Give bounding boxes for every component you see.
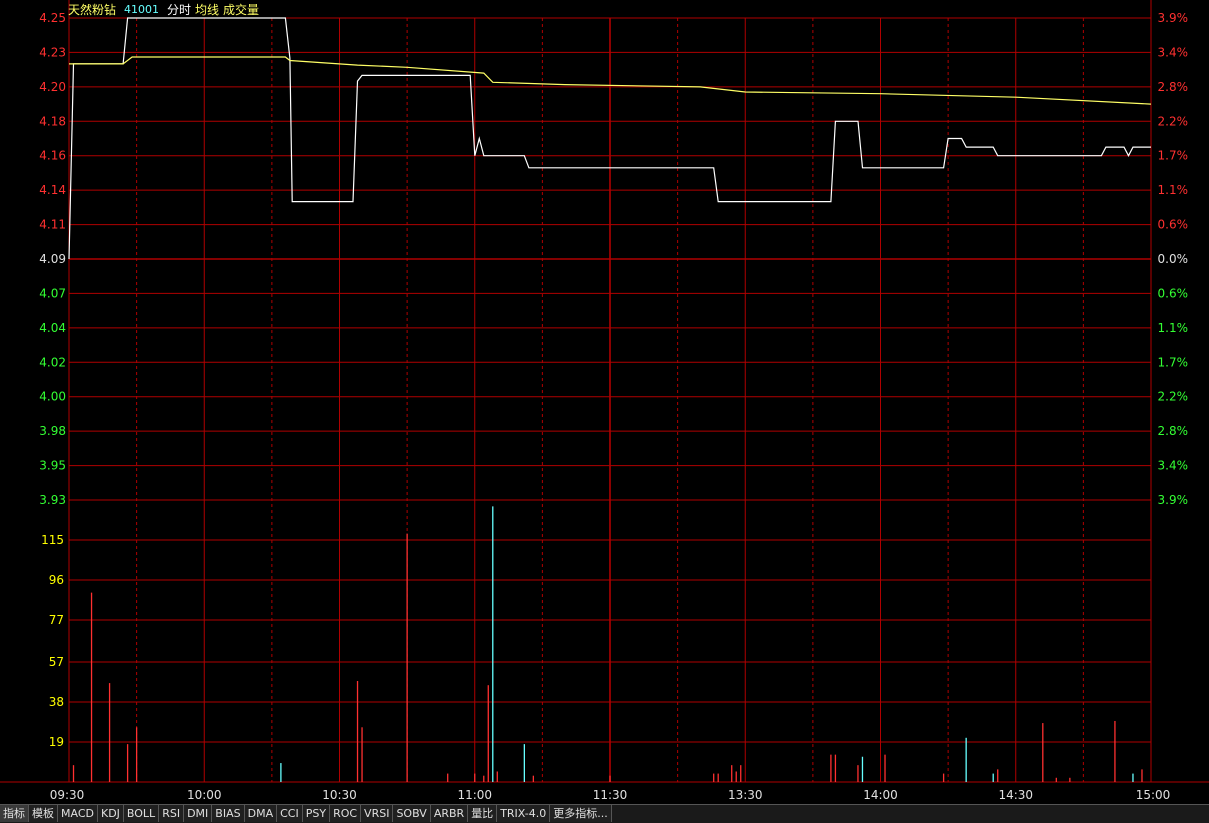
- toolbar-item-0[interactable]: 指标: [0, 805, 29, 822]
- price-tick-label: 4.25: [39, 11, 66, 25]
- price-tick-label: 4.23: [39, 45, 66, 59]
- toolbar-item-14[interactable]: ARBR: [430, 805, 469, 822]
- chart-header: 天然粉钻 41001 分时 均线 成交量: [68, 2, 267, 18]
- volume-tick-label: 115: [41, 533, 64, 547]
- volume-tick-label: 96: [49, 573, 64, 587]
- percent-tick-label: 3.9%: [1158, 493, 1189, 507]
- percent-tick-label: 1.1%: [1158, 183, 1189, 197]
- toolbar-item-3[interactable]: KDJ: [97, 805, 124, 822]
- time-tick-label: 11:30: [593, 788, 628, 802]
- toolbar-item-1[interactable]: 模板: [29, 805, 58, 822]
- percent-tick-label: 2.2%: [1158, 390, 1189, 404]
- time-tick-label: 09:30: [50, 788, 85, 802]
- toolbar-item-4[interactable]: BOLL: [123, 805, 160, 822]
- toolbar-item-5[interactable]: RSI: [159, 805, 185, 822]
- price-tick-label: 4.00: [39, 390, 66, 404]
- toolbar-item-9[interactable]: CCI: [277, 805, 303, 822]
- price-tick-label: 4.11: [39, 218, 66, 232]
- label-volume: 成交量: [223, 3, 260, 17]
- toolbar-item-11[interactable]: ROC: [330, 805, 362, 822]
- percent-tick-label: 1.1%: [1158, 321, 1189, 335]
- time-tick-label: 10:00: [187, 788, 222, 802]
- price-tick-label: 4.20: [39, 80, 66, 94]
- toolbar-item-16[interactable]: TRIX-4.0: [497, 805, 551, 822]
- time-tick-label: 13:30: [728, 788, 763, 802]
- price-tick-label: 4.07: [39, 286, 66, 300]
- volume-tick-label: 38: [49, 695, 64, 709]
- price-tick-label: 4.09: [39, 252, 66, 266]
- price-tick-label: 4.02: [39, 355, 66, 369]
- price-tick-label: 3.95: [39, 459, 66, 473]
- volume-tick-label: 77: [49, 613, 64, 627]
- price-tick-label: 3.93: [39, 493, 66, 507]
- toolbar-item-8[interactable]: DMA: [244, 805, 278, 822]
- time-tick-label: 10:30: [322, 788, 357, 802]
- indicator-toolbar: 指标 模板 MACD KDJ BOLL RSI DMI BIAS DMA CCI PSY ROC VRS…: [0, 804, 1209, 823]
- toolbar-item-12[interactable]: VRSI: [361, 805, 394, 822]
- percent-tick-label: 3.4%: [1158, 45, 1189, 59]
- percent-tick-label: 1.7%: [1158, 149, 1189, 163]
- time-tick-label: 11:00: [457, 788, 492, 802]
- time-tick-label: 14:30: [998, 788, 1033, 802]
- price-tick-label: 4.18: [39, 114, 66, 128]
- percent-tick-label: 0.6%: [1158, 218, 1189, 232]
- toolbar-item-2[interactable]: MACD: [58, 805, 98, 822]
- percent-tick-label: 2.2%: [1158, 114, 1189, 128]
- price-tick-label: 4.16: [39, 149, 66, 163]
- percent-tick-label: 1.7%: [1158, 355, 1189, 369]
- percent-tick-label: 0.0%: [1158, 252, 1189, 266]
- toolbar-item-10[interactable]: PSY: [302, 805, 331, 822]
- toolbar-item-13[interactable]: SOBV: [393, 805, 431, 822]
- price-tick-label: 3.98: [39, 424, 66, 438]
- percent-tick-label: 3.9%: [1158, 11, 1189, 25]
- volume-tick-label: 19: [49, 735, 64, 749]
- label-timeshare: 分时: [167, 3, 192, 17]
- toolbar-item-17[interactable]: 更多指标...: [550, 805, 612, 822]
- toolbar-item-6[interactable]: DMI: [184, 805, 213, 822]
- toolbar-item-7[interactable]: BIAS: [212, 805, 245, 822]
- stock-name: 天然粉钻: [68, 3, 117, 17]
- stock-code: 41001: [124, 3, 160, 16]
- time-tick-label: 14:00: [863, 788, 898, 802]
- price-tick-label: 4.14: [39, 183, 66, 197]
- toolbar-item-15[interactable]: 量比: [468, 805, 498, 822]
- percent-tick-label: 2.8%: [1158, 424, 1189, 438]
- label-average: 均线: [195, 3, 220, 17]
- percent-tick-label: 0.6%: [1158, 286, 1189, 300]
- price-tick-label: 4.04: [39, 321, 66, 335]
- timeshare-chart[interactable]: 4.25 3.9% 4.23 3.4% 4.20 2.8% 4.18 2.2% 4.16 1.7%…: [0, 0, 1209, 804]
- time-tick-label: 15:00: [1136, 788, 1171, 802]
- percent-tick-label: 3.4%: [1158, 459, 1189, 473]
- percent-tick-label: 2.8%: [1158, 80, 1189, 94]
- volume-tick-label: 57: [49, 655, 64, 669]
